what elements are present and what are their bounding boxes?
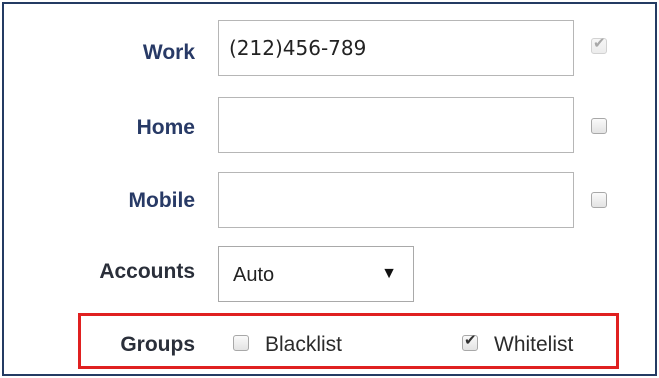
accounts-select[interactable]: Auto ▼ — [218, 246, 414, 302]
check-icon: ✔ — [464, 332, 477, 349]
whitelist-label[interactable]: Whitelist — [494, 333, 573, 357]
work-checkbox[interactable]: ✔ — [591, 35, 607, 54]
caret-down-icon: ▼ — [381, 265, 397, 282]
accounts-label: Accounts — [99, 260, 195, 283]
mobile-phone-input[interactable] — [218, 172, 574, 228]
groups-label: Groups — [120, 333, 195, 356]
blacklist-checkbox[interactable] — [233, 335, 249, 351]
mobile-label: Mobile — [128, 189, 196, 212]
home-label: Home — [136, 116, 195, 139]
home-checkbox[interactable] — [591, 118, 607, 134]
whitelist-checkbox[interactable]: ✔ — [462, 332, 478, 351]
accounts-selected-value: Auto — [233, 264, 275, 286]
home-phone-input[interactable] — [218, 97, 574, 153]
mobile-checkbox[interactable] — [591, 192, 607, 208]
work-phone-input[interactable] — [218, 20, 574, 76]
check-icon: ✔ — [593, 35, 606, 52]
blacklist-label[interactable]: Blacklist — [265, 333, 342, 357]
work-label: Work — [142, 41, 195, 64]
